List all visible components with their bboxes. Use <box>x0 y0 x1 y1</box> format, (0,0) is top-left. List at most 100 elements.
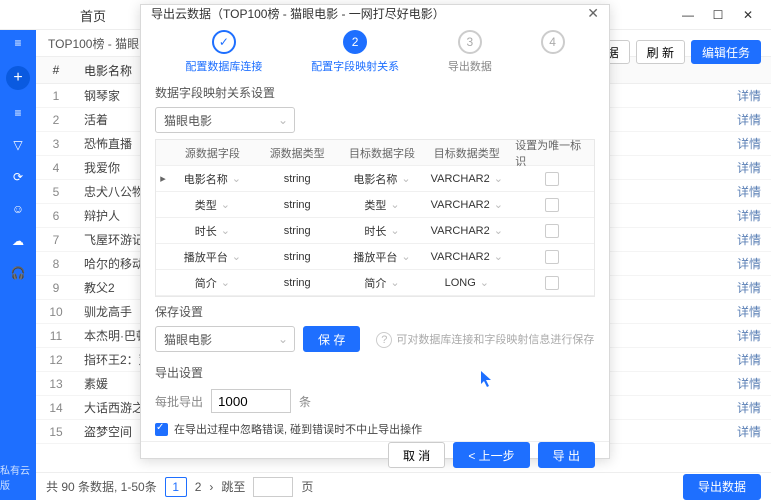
dst-field[interactable]: 时长 <box>340 223 425 239</box>
row-index: 9 <box>36 281 76 295</box>
row-index: 2 <box>36 113 76 127</box>
map-row: ▸电影名称string电影名称VARCHAR2 <box>156 166 594 192</box>
user-icon[interactable]: ☺ <box>9 200 27 218</box>
src-type: string <box>255 225 340 237</box>
detail-link[interactable]: 详情 <box>737 135 771 152</box>
save-button[interactable]: 保 存 <box>303 326 360 352</box>
detail-link[interactable]: 详情 <box>737 279 771 296</box>
refresh-button[interactable]: 刷 新 <box>636 40 685 64</box>
export-data-button[interactable]: 导出数据 <box>683 474 761 500</box>
batch-label: 每批导出 <box>155 393 203 410</box>
edit-task-button[interactable]: 编辑任务 <box>691 40 761 64</box>
jump-unit: 页 <box>301 478 313 495</box>
detail-link[interactable]: 详情 <box>737 423 771 440</box>
src-field[interactable]: 简介 <box>170 275 255 291</box>
dst-field[interactable]: 简介 <box>340 275 425 291</box>
menu-icon[interactable]: ≡ <box>9 34 27 52</box>
dst-field[interactable]: 类型 <box>340 197 425 213</box>
detail-link[interactable]: 详情 <box>737 231 771 248</box>
detail-link[interactable]: 详情 <box>737 111 771 128</box>
unique-checkbox[interactable] <box>509 250 594 264</box>
detail-link[interactable]: 详情 <box>737 327 771 344</box>
export-button[interactable]: 导 出 <box>538 442 595 468</box>
col-index: # <box>36 63 76 77</box>
dst-type[interactable]: VARCHAR2 <box>424 198 509 211</box>
row-index: 1 <box>36 89 76 103</box>
batch-input[interactable] <box>211 389 291 413</box>
dst-type[interactable]: VARCHAR2 <box>424 172 509 185</box>
mapping-section-title: 数据字段映射关系设置 <box>141 78 609 105</box>
row-index: 4 <box>36 161 76 175</box>
filter-icon[interactable]: ▽ <box>9 136 27 154</box>
export-modal: 导出云数据（TOP100榜 - 猫眼电影 - 一网打尽好电影） ✕ ✓ 配置数据库… <box>140 4 610 459</box>
detail-link[interactable]: 详情 <box>737 303 771 320</box>
prev-button[interactable]: < 上一步 <box>453 442 529 468</box>
page-more[interactable]: › <box>209 480 213 494</box>
step-2-icon: 2 <box>343 30 367 54</box>
list-icon[interactable]: ≡ <box>9 104 27 122</box>
step-3-icon: 3 <box>458 30 482 54</box>
row-index: 15 <box>36 425 76 439</box>
clock-icon[interactable]: ⟳ <box>9 168 27 186</box>
jump-label: 跳至 <box>221 478 245 495</box>
step-3-label: 导出数据 <box>448 58 492 74</box>
row-index: 6 <box>36 209 76 223</box>
maximize-button[interactable]: ☐ <box>703 3 733 27</box>
src-field[interactable]: 时长 <box>170 223 255 239</box>
row-arrow-icon: ▸ <box>156 172 170 185</box>
ignore-error-label: 在导出过程中忽略错误, 碰到错误时不中止导出操作 <box>174 421 422 437</box>
close-button[interactable]: ✕ <box>733 3 763 27</box>
cloud-icon[interactable]: ☁ <box>9 232 27 250</box>
map-h-dtype: 目标数据类型 <box>424 145 509 161</box>
dst-type[interactable]: LONG <box>424 276 509 289</box>
row-index: 5 <box>36 185 76 199</box>
pager-total: 共 90 条数据, 1-50条 <box>46 478 157 495</box>
add-button[interactable]: + <box>6 66 30 90</box>
row-index: 11 <box>36 329 76 343</box>
modal-close-icon[interactable]: ✕ <box>587 5 599 22</box>
minimize-button[interactable]: — <box>673 3 703 27</box>
map-row: 类型string类型VARCHAR2 <box>156 192 594 218</box>
headset-icon[interactable]: 🎧 <box>9 264 27 282</box>
step-1-label: 配置数据库连接 <box>185 58 262 74</box>
detail-link[interactable]: 详情 <box>737 183 771 200</box>
row-index: 3 <box>36 137 76 151</box>
cancel-button[interactable]: 取 消 <box>388 442 445 468</box>
detail-link[interactable]: 详情 <box>737 399 771 416</box>
detail-link[interactable]: 详情 <box>737 207 771 224</box>
unique-checkbox[interactable] <box>509 224 594 238</box>
save-select[interactable]: 猫眼电影 <box>155 326 295 352</box>
src-field[interactable]: 电影名称 <box>170 171 255 187</box>
dst-type[interactable]: VARCHAR2 <box>424 250 509 263</box>
dst-field[interactable]: 播放平台 <box>340 249 425 265</box>
dst-field[interactable]: 电影名称 <box>340 171 425 187</box>
home-tab[interactable]: 首页 <box>80 6 106 25</box>
batch-unit: 条 <box>299 393 311 410</box>
detail-link[interactable]: 详情 <box>737 351 771 368</box>
map-row: 简介string简介LONG <box>156 270 594 296</box>
page-next[interactable]: 2 <box>195 480 202 494</box>
jump-input[interactable] <box>253 477 293 497</box>
src-type: string <box>255 277 340 289</box>
detail-link[interactable]: 详情 <box>737 87 771 104</box>
page-1[interactable]: 1 <box>165 477 187 497</box>
ignore-error-checkbox[interactable] <box>155 423 168 436</box>
mouse-cursor-icon <box>480 370 494 388</box>
source-select[interactable]: 猫眼电影 <box>155 107 295 133</box>
unique-checkbox[interactable] <box>509 276 594 290</box>
detail-link[interactable]: 详情 <box>737 255 771 272</box>
modal-title: 导出云数据（TOP100榜 - 猫眼电影 - 一网打尽好电影） <box>151 5 445 22</box>
save-section-title: 保存设置 <box>141 297 609 324</box>
detail-link[interactable]: 详情 <box>737 159 771 176</box>
src-field[interactable]: 类型 <box>170 197 255 213</box>
detail-link[interactable]: 详情 <box>737 375 771 392</box>
step-1-icon: ✓ <box>212 30 236 54</box>
dst-type[interactable]: VARCHAR2 <box>424 224 509 237</box>
row-index: 8 <box>36 257 76 271</box>
unique-checkbox[interactable] <box>509 172 594 186</box>
step-2-label: 配置字段映射关系 <box>311 58 399 74</box>
src-field[interactable]: 播放平台 <box>170 249 255 265</box>
unique-checkbox[interactable] <box>509 198 594 212</box>
export-section-title: 导出设置 <box>141 358 609 385</box>
version-label: 私有云版 <box>0 462 36 492</box>
